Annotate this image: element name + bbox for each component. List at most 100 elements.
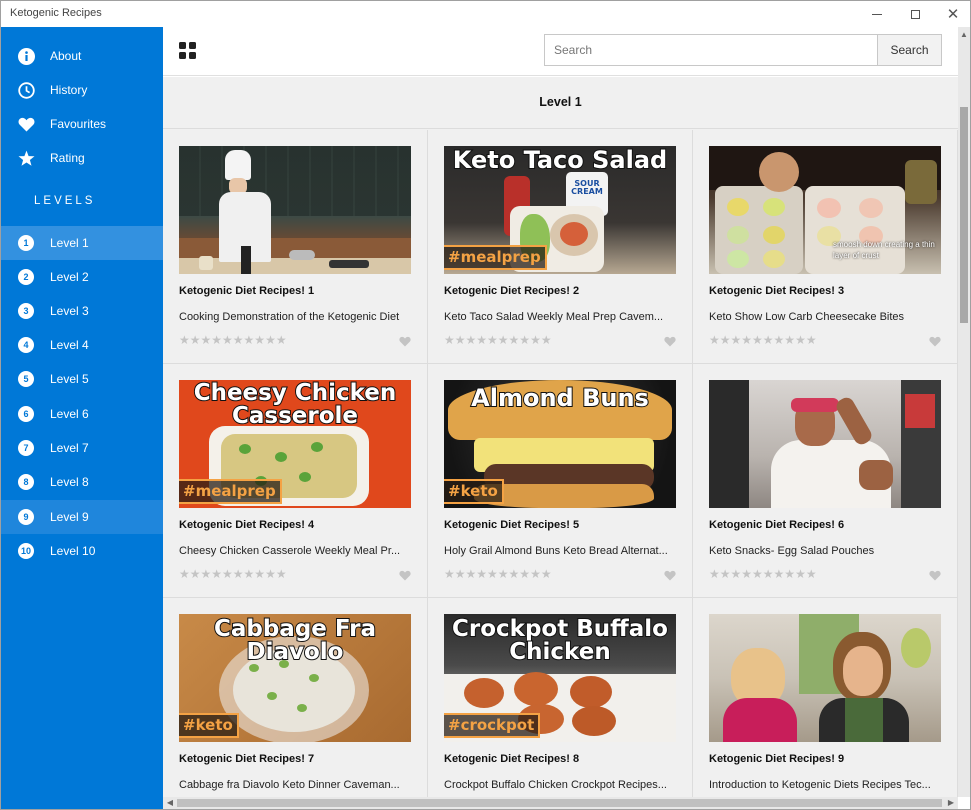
recipe-description: Holy Grail Almond Buns Keto Bread Altern… [444,545,668,557]
rating-stars[interactable]: ★★★★★★★★★★ [179,567,287,581]
sidebar-item-level-2[interactable]: 2 Level 2 [1,260,163,294]
sidebar-item-label: Level 4 [50,338,89,352]
sidebar-item-level-7[interactable]: 7 Level 7 [1,431,163,465]
scroll-left-icon[interactable]: ◀ [164,797,176,809]
sidebar-item-level-5[interactable]: 5 Level 5 [1,362,163,396]
sidebar-item-label: Level 9 [50,510,89,524]
sidebar-item-history[interactable]: History [1,73,163,107]
level-number-badge: 5 [18,371,34,387]
thumbnail-tag: #mealprep [444,245,547,270]
sidebar-item-label: Level 7 [50,441,89,455]
product-label: SOUR CREAM [571,179,603,196]
recipe-title: Ketogenic Diet Recipes! 1 [179,285,315,297]
recipe-title: Ketogenic Diet Recipes! 9 [709,753,845,765]
recipe-description: Cabbage fra Diavolo Keto Dinner Caveman.… [179,779,400,791]
rating-stars[interactable]: ★★★★★★★★★★ [709,333,817,347]
favourite-heart-icon[interactable] [664,334,676,352]
maximize-button[interactable] [895,1,935,27]
recipe-card[interactable]: Ketogenic Diet Recipes! 1 Cooking Demons… [163,130,428,364]
search-input[interactable] [544,34,878,66]
horizontal-scrollbar[interactable]: ◀ ▶ [163,797,958,809]
sidebar-item-label: Rating [50,151,85,165]
heart-icon [17,115,35,133]
horizontal-scroll-thumb[interactable] [177,799,942,807]
sidebar-item-level-9[interactable]: 9 Level 9 [1,500,163,534]
vertical-scrollbar[interactable]: ▲ [958,27,970,797]
level-number-badge: 10 [18,543,34,559]
star-icon [17,149,35,167]
recipe-card[interactable]: Cheesy Chicken Casserole #mealprep Ketog… [163,364,428,598]
rating-stars[interactable]: ★★★★★★★★★★ [444,567,552,581]
favourite-heart-icon[interactable] [929,568,941,586]
recipe-card[interactable]: Ketogenic Diet Recipes! 9 Introduction t… [693,598,958,797]
toolbar: Search [163,27,958,76]
recipe-card[interactable]: Ketogenic Diet Recipes! 6 Keto Snacks- E… [693,364,958,598]
recipe-card[interactable]: smoosh down creating a thin layer of cru… [693,130,958,364]
sidebar-item-label: Level 6 [50,407,89,421]
sidebar-item-favourites[interactable]: Favourites [1,107,163,141]
level-number-badge: 8 [18,474,34,490]
recipe-thumbnail [709,380,941,508]
thumbnail-tag: #crockpot [444,713,541,738]
grid-view-icon[interactable] [179,42,196,59]
recipe-description: Cheesy Chicken Casserole Weekly Meal Pr.… [179,545,401,557]
rating-stars[interactable]: ★★★★★★★★★★ [179,333,287,347]
level-number-badge: 7 [18,440,34,456]
scroll-up-icon[interactable]: ▲ [958,29,970,41]
sidebar-item-label: History [50,83,88,97]
recipe-thumbnail: Almond Buns #keto [444,380,676,508]
minimize-icon [872,13,882,15]
sidebar-item-level-8[interactable]: 8 Level 8 [1,465,163,499]
recipe-title: Ketogenic Diet Recipes! 7 [179,753,315,765]
rating-stars[interactable]: ★★★★★★★★★★ [709,567,817,581]
level-number-badge: 4 [18,337,34,353]
sidebar-item-level-4[interactable]: 4 Level 4 [1,328,163,362]
scroll-right-icon[interactable]: ▶ [945,797,957,809]
sidebar-item-label: Level 10 [50,544,96,558]
recipe-title: Ketogenic Diet Recipes! 5 [444,519,580,531]
sidebar-item-level-1[interactable]: 1 Level 1 [1,226,163,260]
thumbnail-overlay-title: Cabbage Fra Diavolo [213,616,377,665]
thumbnail-tag: #keto [179,713,239,738]
thumbnail-overlay-title: Almond Buns [470,384,650,412]
app-window: Ketogenic Recipes ✕ About History Favour… [0,0,971,810]
recipe-card[interactable]: Cabbage Fra Diavolo #keto Ketogenic Diet… [163,598,428,797]
recipe-card[interactable]: SOUR CREAM Keto Taco Salad #mealprep Ket… [428,130,693,364]
recipe-thumbnail: Cheesy Chicken Casserole #mealprep [179,380,411,508]
close-icon: ✕ [946,6,960,23]
recipe-title: Ketogenic Diet Recipes! 3 [709,285,845,297]
rating-stars[interactable]: ★★★★★★★★★★ [444,333,552,347]
recipe-thumbnail: Cabbage Fra Diavolo #keto [179,614,411,742]
sidebar-item-about[interactable]: About [1,39,163,73]
sidebar-item-rating[interactable]: Rating [1,141,163,175]
favourite-heart-icon[interactable] [929,334,941,352]
thumbnail-caption: smoosh down creating a thin layer of cru… [833,240,935,260]
favourite-heart-icon[interactable] [399,334,411,352]
sidebar-item-label: About [50,49,82,63]
thumbnail-overlay-title: Cheesy Chicken Casserole [193,380,398,429]
level-number-badge: 3 [18,303,34,319]
recipe-thumbnail: Crockpot Buffalo Chicken #crockpot [444,614,676,742]
recipe-card[interactable]: Almond Buns #keto Ketogenic Diet Recipes… [428,364,693,598]
sidebar-item-label: Level 1 [50,236,89,250]
thumbnail-overlay-title: Keto Taco Salad [452,146,668,174]
sidebar-item-label: Level 8 [50,475,89,489]
sidebar-item-label: Level 3 [50,304,89,318]
sidebar-item-label: Favourites [50,117,107,131]
level-number-badge: 2 [18,269,34,285]
close-button[interactable]: ✕ [933,1,970,27]
search-button[interactable]: Search [877,34,942,66]
info-icon [17,47,35,65]
vertical-scroll-thumb[interactable] [960,107,968,323]
recipe-description: Introduction to Ketogenic Diets Recipes … [709,779,931,791]
sidebar-item-level-10[interactable]: 10 Level 10 [1,534,163,568]
favourite-heart-icon[interactable] [399,568,411,586]
level-number-badge: 6 [18,406,34,422]
sidebar-item-level-3[interactable]: 3 Level 3 [1,294,163,328]
recipe-card[interactable]: Crockpot Buffalo Chicken #crockpot Ketog… [428,598,693,797]
favourite-heart-icon[interactable] [664,568,676,586]
recipe-thumbnail: smoosh down creating a thin layer of cru… [709,146,941,274]
thumbnail-tag: #mealprep [179,479,282,504]
minimize-button[interactable] [857,1,897,27]
sidebar-item-level-6[interactable]: 6 Level 6 [1,397,163,431]
